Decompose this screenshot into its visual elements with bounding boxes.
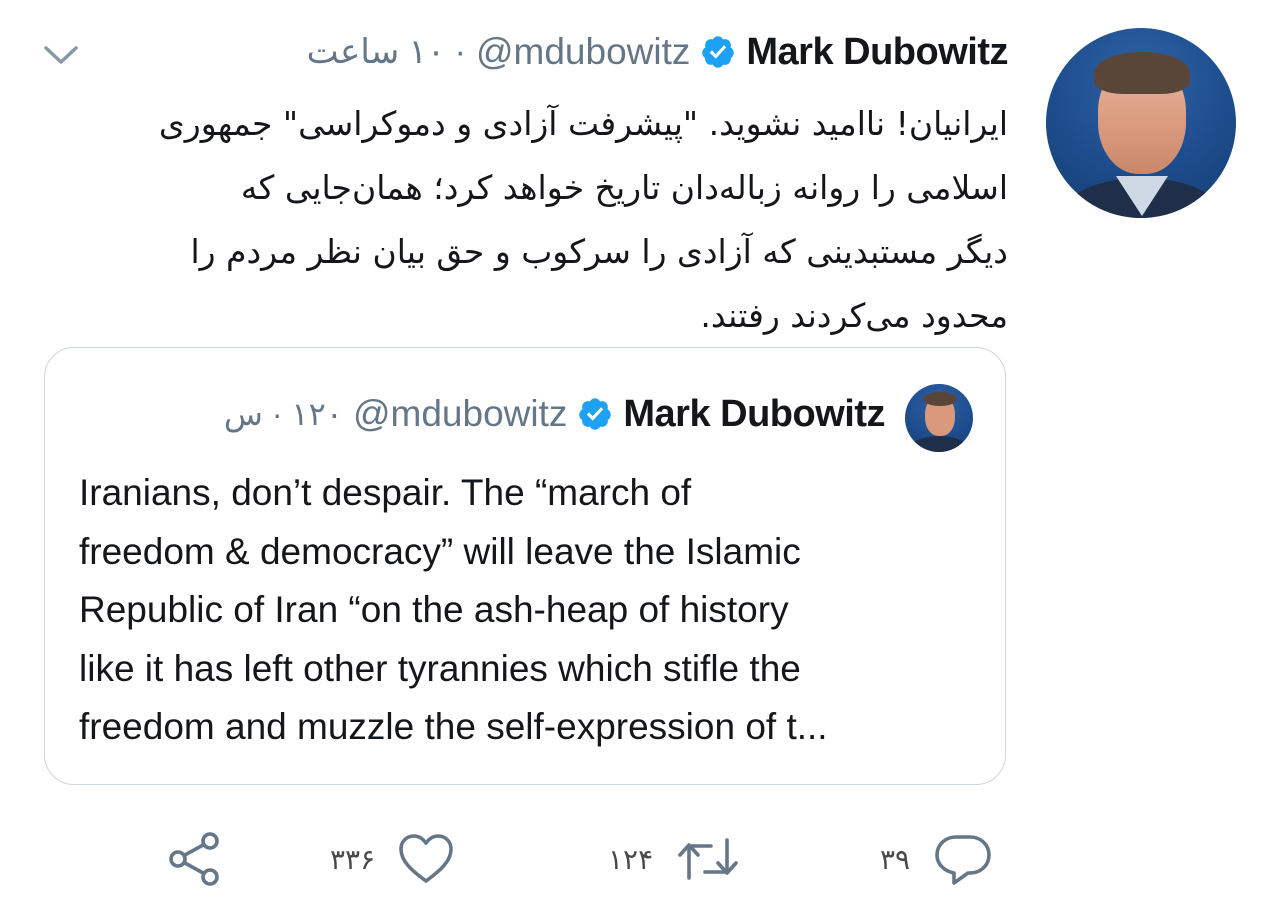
quoted-line: like it has left other tyrannies which s…: [79, 647, 801, 689]
quoted-line: Republic of Iran “on the ash-heap of his…: [79, 589, 789, 630]
retweet-icon: [675, 834, 741, 884]
quoted-time: ۱۲۰ · س: [223, 396, 343, 432]
avatar-hair: [923, 392, 957, 406]
tweet-text: ایرانیان! ناامید نشوید. "پیشرفت آزادی و …: [36, 92, 1008, 348]
share-button[interactable]: [166, 826, 224, 892]
like-count: ۳۳۶: [330, 842, 376, 876]
retweet-button[interactable]: ۱۲۴: [608, 826, 741, 892]
verified-badge-icon: [700, 34, 736, 70]
verified-badge-icon: [577, 396, 613, 432]
chevron-down-icon[interactable]: [42, 40, 80, 70]
author-name[interactable]: Mark Dubowitz: [746, 31, 1008, 74]
avatar[interactable]: [1046, 28, 1236, 218]
tweet-header: Mark Dubowitz @mdubowitz · ۱۰ ساعت: [307, 26, 1009, 78]
quoted-line: freedom and muzzle the self-expression o…: [79, 706, 828, 747]
quoted-avatar: [905, 384, 973, 452]
reply-button[interactable]: ۳۹: [880, 826, 994, 892]
tweet-line: ایرانیان! ناامید نشوید. "پیشرفت آزادی و …: [158, 104, 1008, 143]
like-button[interactable]: ۳۳۶: [330, 826, 455, 892]
author-handle[interactable]: @mdubowitz: [476, 31, 690, 73]
retweet-count: ۱۲۴: [608, 842, 654, 876]
quoted-text: Iranians, don’t despair. The “march of f…: [79, 464, 979, 757]
avatar-hair: [1094, 52, 1190, 94]
quoted-header: Mark Dubowitz @mdubowitz ۱۲۰ · س: [223, 388, 886, 440]
tweet-line: محدود می‌کردند رفتند.: [700, 296, 1008, 335]
avatar-suit: [911, 436, 967, 452]
share-icon: [166, 831, 224, 887]
quoted-line: Iranians, don’t despair. The “march of: [79, 472, 692, 513]
tweet-line: دیگر مستبدینی که آزادی را سرکوب و حق بیا…: [190, 232, 1008, 271]
heart-icon: [397, 832, 455, 886]
quoted-author-handle: @mdubowitz: [352, 393, 568, 434]
tweet-time-label: ۱۰ ساعت: [306, 33, 446, 71]
tweet-time[interactable]: · ۱۰ ساعت: [307, 32, 466, 72]
reply-count: ۳۹: [880, 842, 911, 876]
reply-icon: [932, 831, 994, 887]
quoted-author-name: Mark Dubowitz: [623, 392, 885, 435]
quoted-line: freedom & democracy” will leave the Isla…: [79, 530, 801, 572]
quoted-tweet-card[interactable]: Mark Dubowitz @mdubowitz ۱۲۰ · س Iranian…: [44, 347, 1006, 785]
tweet-line: اسلامی را روانه زباله‌دان تاریخ خواهد کر…: [240, 168, 1008, 207]
